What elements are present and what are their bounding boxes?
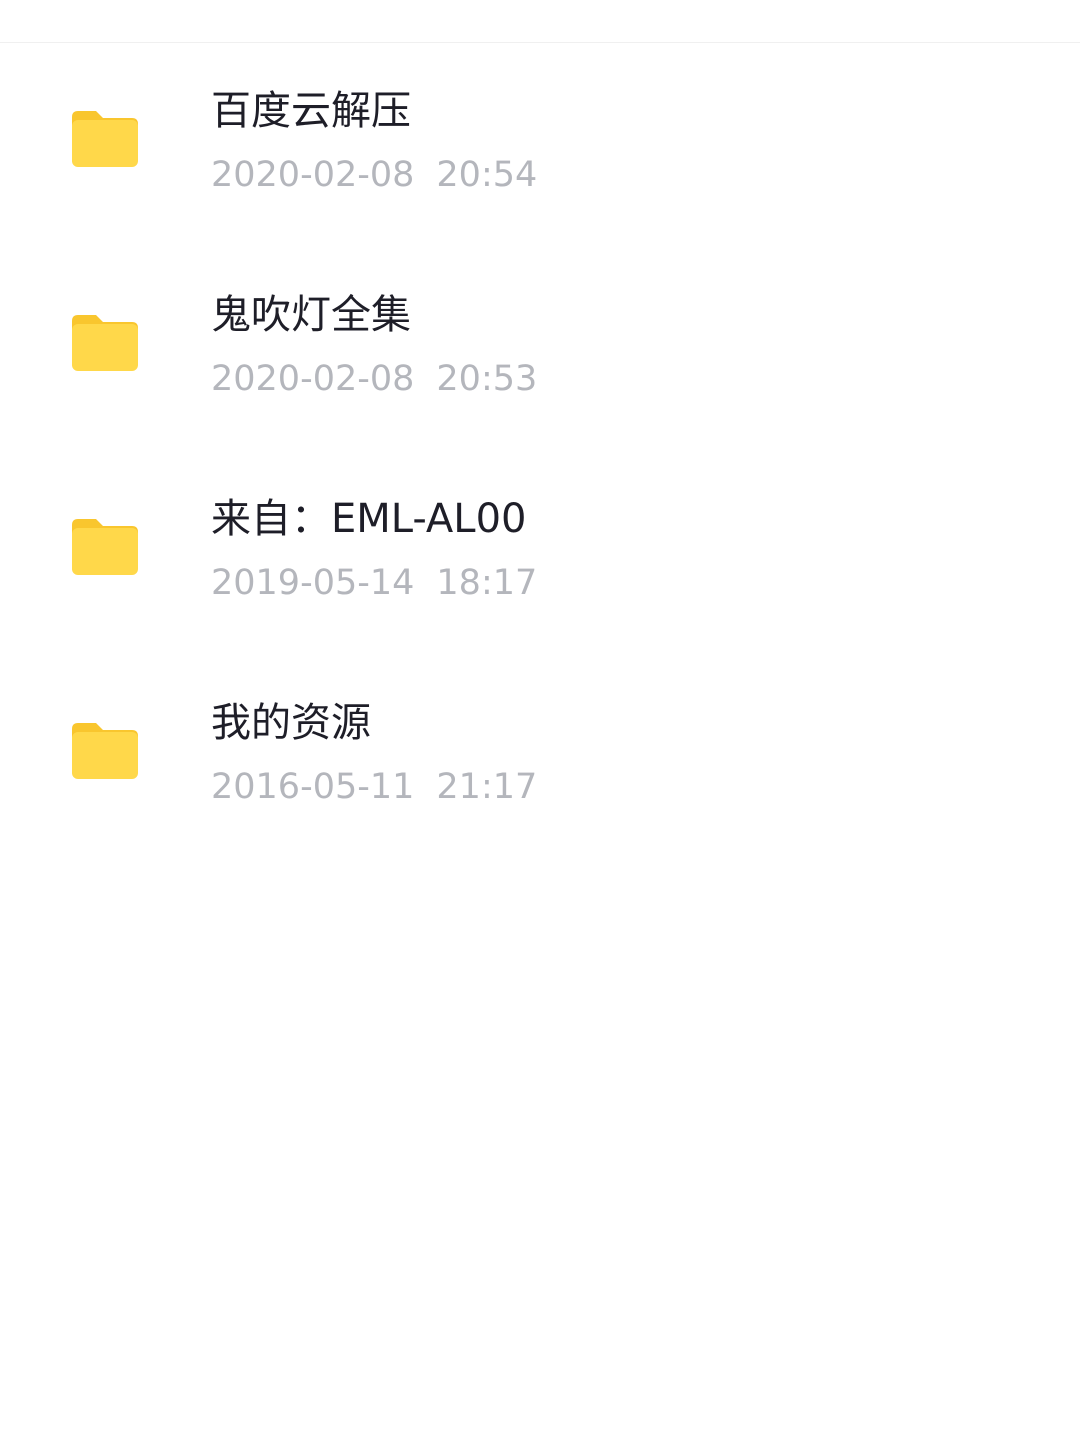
file-meta: 2020-02-08 20:53	[211, 358, 537, 400]
file-meta: 2020-02-08 20:54	[211, 154, 537, 196]
file-name: 我的资源	[211, 700, 371, 746]
file-row-2[interactable]: 来自：EML-AL00 2019-05-14 18:17	[0, 478, 1080, 682]
file-date: 2020-02-08	[211, 155, 415, 195]
file-name: 鬼吹灯全集	[211, 292, 411, 338]
file-row-3[interactable]: 我的资源 2016-05-11 21:17	[0, 682, 1080, 886]
file-name: 百度云解压	[211, 88, 411, 134]
file-name: 来自：EML-AL00	[211, 496, 527, 542]
folder-icon	[72, 315, 138, 371]
file-date: 2019-05-14	[211, 563, 415, 603]
file-time: 20:53	[436, 359, 538, 399]
folder-icon	[72, 519, 138, 575]
folder-icon	[72, 723, 138, 779]
top-divider	[0, 42, 1080, 43]
file-time: 18:17	[436, 563, 538, 603]
file-meta: 2019-05-14 18:17	[211, 562, 537, 604]
file-date: 2020-02-08	[211, 359, 415, 399]
file-meta: 2016-05-11 21:17	[211, 766, 537, 808]
file-time: 21:17	[436, 767, 538, 807]
folder-icon	[72, 111, 138, 167]
file-row-1[interactable]: 鬼吹灯全集 2020-02-08 20:53	[0, 274, 1080, 478]
file-date: 2016-05-11	[211, 767, 415, 807]
file-time: 20:54	[436, 155, 538, 195]
file-row-0[interactable]: 百度云解压 2020-02-08 20:54	[0, 70, 1080, 274]
